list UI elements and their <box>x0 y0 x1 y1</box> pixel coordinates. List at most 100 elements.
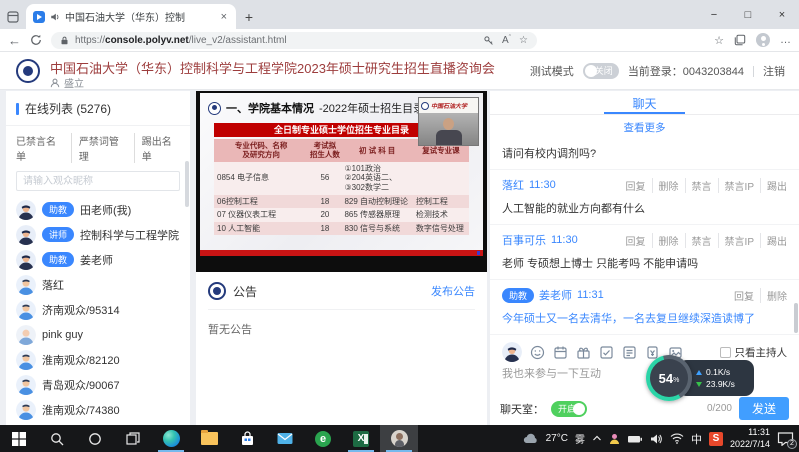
browser-e-icon[interactable]: e <box>304 425 342 452</box>
answer-card-icon[interactable] <box>599 345 614 360</box>
user-name: 淮南观众/82120 <box>42 352 120 368</box>
file-explorer-icon[interactable] <box>190 425 228 452</box>
logout-link[interactable]: 注销 <box>763 63 785 79</box>
weather-condition[interactable]: 雾 <box>575 431 585 446</box>
reply-link[interactable]: 回复 <box>734 288 754 303</box>
clock[interactable]: 11:31 2022/7/14 <box>730 427 770 450</box>
window-controls: − □ × <box>697 0 799 29</box>
chatroom-toggle[interactable]: 开启 <box>551 401 587 417</box>
network-wifi-icon[interactable] <box>670 433 684 444</box>
emoji-icon[interactable] <box>530 345 545 360</box>
list-item[interactable]: 助教 田老师(我) <box>6 197 190 222</box>
mute-ip-link[interactable]: 禁言IP <box>718 178 754 193</box>
kick-link[interactable]: 踢出 <box>760 233 787 248</box>
mute-link[interactable]: 禁言 <box>685 233 712 248</box>
refresh-icon[interactable] <box>30 34 42 46</box>
tray-expand-icon[interactable] <box>592 434 602 443</box>
chat-scrollbar[interactable] <box>794 303 798 333</box>
address-input[interactable]: https://console.polyv.net/live_v2/assist… <box>51 32 537 49</box>
webcam-overlay: 中国石油大学 <box>418 97 479 146</box>
browser-menu-icon[interactable]: … <box>780 34 791 46</box>
reply-link[interactable]: 回复 <box>626 233 646 248</box>
download-arrow-icon <box>696 382 702 387</box>
delete-link[interactable]: 删除 <box>760 288 787 303</box>
list-item[interactable]: 落红 <box>6 272 190 297</box>
questionnaire-icon[interactable] <box>622 345 637 360</box>
action-center-icon[interactable]: 2 <box>777 431 794 446</box>
tray-time: 11:31 <box>730 427 770 439</box>
kick-link[interactable]: 踢出 <box>760 178 787 193</box>
taskbar-edge-icon[interactable] <box>152 425 190 452</box>
delete-link[interactable]: 删除 <box>652 178 679 193</box>
list-item[interactable]: 助教 姜老师 <box>6 247 190 272</box>
table-header: 考试拟 招生人数 <box>308 139 341 162</box>
tab-title: 中国石油大学（华东）控制 <box>65 9 214 24</box>
weather-cloud-icon <box>523 433 539 444</box>
download-speed: 23.9K/s <box>706 379 735 389</box>
mute-ip-link[interactable]: 禁言IP <box>718 233 754 248</box>
tray-app-icon[interactable] <box>609 433 620 445</box>
list-item[interactable]: 淮南观众/82120 <box>6 347 190 372</box>
video-player: 一、学院基本情况-2022年硕士招生目录 全日制专业硕士学位招生专业目录 专业代… <box>196 91 487 272</box>
user-avatar <box>16 325 36 345</box>
list-item[interactable]: 济南观众/95314 <box>6 297 190 322</box>
delete-link[interactable]: 删除 <box>652 233 679 248</box>
slide-preview: 一、学院基本情况-2022年硕士招生目录 全日制专业硕士学位招生专业目录 专业代… <box>200 93 483 256</box>
list-item[interactable]: 讲师 控制科学与工程学院 <box>6 222 190 247</box>
mail-icon[interactable] <box>266 425 304 452</box>
sign-in-icon[interactable] <box>553 345 568 360</box>
close-button[interactable]: × <box>765 0 799 29</box>
browser-tab[interactable]: 中国石油大学（华东）控制 × <box>26 4 236 29</box>
network-speed-widget[interactable]: 0.1K/s 23.9K/s 54% <box>646 353 758 403</box>
tab-chat[interactable]: 聊天 <box>604 91 684 114</box>
task-view-icon[interactable] <box>114 425 152 452</box>
read-aloud-icon[interactable]: Aˆ <box>502 35 511 46</box>
tray-date: 2022/7/14 <box>730 439 770 451</box>
ime-indicator[interactable]: 中 <box>691 431 702 447</box>
accent-bar <box>16 103 19 115</box>
notification-count: 2 <box>787 439 797 449</box>
tab-kicked-list[interactable]: 踢出名单 <box>134 133 180 163</box>
weather-temperature[interactable]: 27°C <box>546 433 568 444</box>
microsoft-store-icon[interactable] <box>228 425 266 452</box>
tab-audio-icon[interactable] <box>50 12 60 22</box>
load-more-link[interactable]: 查看更多 <box>490 115 799 138</box>
tab-banned-words[interactable]: 严禁词管理 <box>71 133 127 163</box>
tab-close-icon[interactable]: × <box>219 11 229 23</box>
list-item[interactable]: 淮南观众/74380 <box>6 397 190 422</box>
chat-message: 助教 姜老师 11:31 回复 删除 今年硕士又一名去清华，一名去复旦继续深造读… <box>490 280 799 335</box>
message-author: 落红 <box>502 177 524 193</box>
collections-icon[interactable] <box>734 34 746 46</box>
battery-icon[interactable] <box>627 433 643 445</box>
start-button[interactable] <box>0 425 38 452</box>
table-header: 初 试 科 目 <box>341 139 412 162</box>
mute-link[interactable]: 禁言 <box>685 178 712 193</box>
favorite-star-icon[interactable]: ☆ <box>519 35 528 46</box>
sogou-ime-icon[interactable]: S <box>709 432 723 446</box>
taskbar-search-icon[interactable] <box>38 425 76 452</box>
tab-muted-list[interactable]: 已禁言名单 <box>16 133 64 163</box>
back-icon[interactable]: ← <box>8 34 21 47</box>
table-header: 专业代码、名称 及研究方向 <box>214 139 308 162</box>
publish-announcement-link[interactable]: 发布公告 <box>431 283 475 299</box>
minimize-button[interactable]: − <box>697 0 731 29</box>
list-item[interactable]: 青岛观众/90067 <box>6 372 190 397</box>
list-item[interactable]: pink guy <box>6 322 190 347</box>
test-mode-toggle[interactable]: 关闭 <box>583 63 619 79</box>
favorites-bar-icon[interactable]: ☆ <box>714 34 724 47</box>
browser-profile-avatar[interactable] <box>756 33 770 47</box>
sidebar-scrollbar[interactable] <box>185 161 189 207</box>
live-app-icon[interactable] <box>380 425 418 452</box>
reply-link[interactable]: 回复 <box>626 178 646 193</box>
tab-layout-icon[interactable] <box>0 5 26 29</box>
table-row: 06控制工程 18 829 自动控制理论 控制工程 <box>214 195 469 209</box>
volume-icon[interactable] <box>650 433 663 445</box>
cortana-icon[interactable] <box>76 425 114 452</box>
user-avatar <box>16 300 36 320</box>
excel-icon[interactable]: X <box>342 425 380 452</box>
maximize-button[interactable]: □ <box>731 0 765 29</box>
password-key-icon[interactable] <box>483 35 494 46</box>
viewer-search-input[interactable] <box>16 171 180 191</box>
new-tab-button[interactable]: + <box>236 4 262 29</box>
lottery-gift-icon[interactable] <box>576 345 591 360</box>
